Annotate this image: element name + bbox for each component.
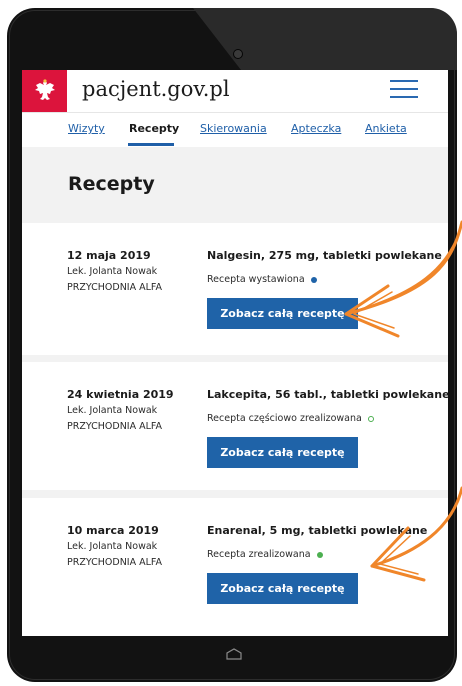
annotation-arrows (344, 220, 462, 582)
annotation-arrow-2-icon (370, 486, 462, 582)
annotation-arrow-1-icon (344, 220, 462, 338)
